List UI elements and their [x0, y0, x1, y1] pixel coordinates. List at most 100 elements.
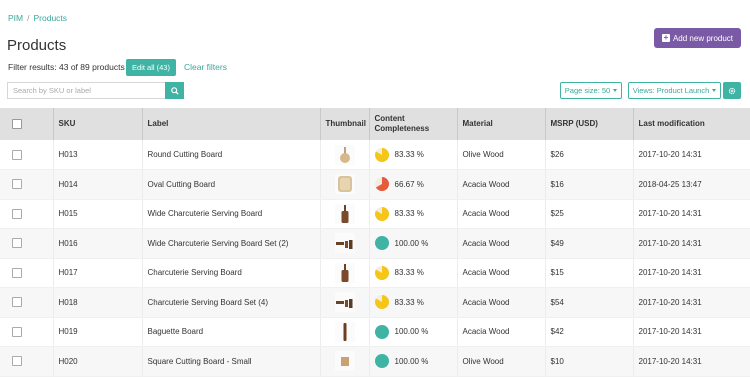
last-modification-cell: 2017-10-20 14:31 [633, 287, 750, 318]
completeness-value: 100.00 % [394, 327, 429, 337]
row-select-cell [0, 258, 54, 288]
search-input[interactable] [7, 82, 165, 99]
paddle-board-thumbnail [334, 262, 355, 283]
row-checkbox[interactable] [12, 356, 22, 367]
label-cell: Charcuterie Serving Board [142, 258, 321, 288]
completeness-cell: 100.00 % [369, 317, 458, 347]
thumbnail-cell [320, 317, 370, 347]
page-size-dropdown[interactable]: Page size: 50 [560, 82, 622, 99]
row-select-cell [0, 199, 54, 229]
select-all-checkbox[interactable] [12, 119, 22, 129]
column-header-thumbnail[interactable]: Thumbnail [320, 108, 370, 140]
row-checkbox[interactable] [12, 297, 22, 308]
column-header-label[interactable]: Label [142, 108, 321, 140]
chevron-down-icon [712, 89, 717, 92]
thumbnail-cell [320, 140, 370, 170]
breadcrumb-current-link[interactable]: Products [34, 13, 68, 23]
table-header-row: SKU Label Thumbnail Content Completeness… [0, 108, 750, 140]
square-board-thumbnail [334, 351, 355, 372]
row-checkbox[interactable] [12, 208, 22, 219]
chevron-down-icon [613, 89, 618, 92]
last-modification-cell: 2017-10-20 14:31 [633, 199, 750, 229]
view-settings-button[interactable] [723, 82, 741, 99]
column-header-msrp[interactable]: MSRP (USD) [545, 108, 634, 140]
select-all-cell [0, 108, 54, 140]
breadcrumb-root-link[interactable]: PIM [8, 13, 23, 23]
table-row[interactable]: H015 Wide Charcuterie Serving Board 83.3… [0, 199, 750, 229]
oval-board-thumbnail [334, 174, 355, 195]
row-select-cell [0, 140, 54, 170]
search-icon [170, 86, 179, 95]
breadcrumb: PIM / Products [8, 13, 67, 23]
thumbnail-cell [320, 258, 370, 288]
completeness-cell: 100.00 % [369, 346, 458, 377]
column-header-completeness[interactable]: Content Completeness [369, 108, 458, 140]
table-row[interactable]: H017 Charcuterie Serving Board 83.33 % A… [0, 258, 750, 288]
last-modification-cell: 2017-10-20 14:31 [633, 258, 750, 288]
thumbnail-cell [320, 346, 370, 377]
msrp-cell: $25 [545, 199, 634, 229]
row-checkbox[interactable] [12, 326, 22, 337]
row-select-cell [0, 317, 54, 347]
thumbnail-cell [320, 199, 370, 229]
filter-results-text: Filter results: 43 of 89 products [8, 62, 125, 72]
sku-cell: H017 [53, 258, 143, 288]
material-cell: Acacia Wood [457, 199, 546, 229]
completeness-cell: 83.33 % [369, 258, 458, 288]
breadcrumb-separator: / [27, 13, 30, 23]
edit-all-button[interactable]: Edit all (43) [126, 59, 176, 76]
page-size-label: Page size: 50 [564, 86, 611, 95]
row-checkbox[interactable] [12, 267, 22, 278]
msrp-cell: $54 [545, 287, 634, 318]
completeness-value: 83.33 % [394, 209, 424, 219]
thumbnail-cell [320, 287, 370, 318]
completeness-chart-icon [374, 177, 389, 192]
table-row[interactable]: H014 Oval Cutting Board 66.67 % Acacia W… [0, 169, 750, 200]
row-select-cell [0, 228, 54, 259]
completeness-value: 100.00 % [394, 238, 429, 248]
last-modification-cell: 2018-04-25 13:47 [633, 169, 750, 200]
add-new-product-button[interactable]: + Add new product [654, 28, 741, 48]
table-row[interactable]: H016 Wide Charcuterie Serving Board Set … [0, 228, 750, 259]
table-row[interactable]: H019 Baguette Board 100.00 % Acacia Wood… [0, 317, 750, 347]
table-row[interactable]: H018 Charcuterie Serving Board Set (4) 8… [0, 287, 750, 318]
msrp-cell: $49 [545, 228, 634, 259]
label-cell: Baguette Board [142, 317, 321, 347]
label-cell: Round Cutting Board [142, 140, 321, 170]
completeness-value: 83.33 % [394, 297, 424, 307]
table-row[interactable]: H013 Round Cutting Board 83.33 % Olive W… [0, 140, 750, 170]
row-checkbox[interactable] [12, 179, 22, 190]
completeness-cell: 83.33 % [369, 287, 458, 318]
msrp-cell: $26 [545, 140, 634, 170]
column-header-material[interactable]: Material [457, 108, 546, 140]
clear-filters-link[interactable]: Clear filters [184, 62, 227, 72]
sku-cell: H014 [53, 169, 143, 200]
row-select-cell [0, 169, 54, 200]
label-cell: Wide Charcuterie Serving Board Set (2) [142, 228, 321, 259]
completeness-cell: 66.67 % [369, 169, 458, 200]
search-button[interactable] [165, 82, 184, 99]
material-cell: Acacia Wood [457, 317, 546, 347]
column-header-last-modification[interactable]: Last modification [633, 108, 750, 140]
material-cell: Olive Wood [457, 346, 546, 377]
search-bar [7, 82, 184, 99]
long-board-thumbnail [334, 321, 355, 342]
column-header-sku[interactable]: SKU [53, 108, 143, 140]
sku-cell: H018 [53, 287, 143, 318]
completeness-chart-icon [374, 265, 389, 280]
row-checkbox[interactable] [12, 238, 22, 249]
paddle-board-thumbnail [334, 203, 355, 224]
thumbnail-cell [320, 228, 370, 259]
row-select-cell [0, 287, 54, 318]
sku-cell: H016 [53, 228, 143, 259]
last-modification-cell: 2017-10-20 14:31 [633, 140, 750, 170]
material-cell: Acacia Wood [457, 258, 546, 288]
table-row[interactable]: H020 Square Cutting Board - Small 100.00… [0, 346, 750, 377]
label-cell: Oval Cutting Board [142, 169, 321, 200]
views-dropdown[interactable]: Views: Product Launch [628, 82, 721, 99]
sku-cell: H020 [53, 346, 143, 377]
row-checkbox[interactable] [12, 149, 22, 160]
views-label: Views: Product Launch [632, 86, 710, 95]
completeness-cell: 83.33 % [369, 140, 458, 170]
gear-icon [728, 87, 736, 94]
